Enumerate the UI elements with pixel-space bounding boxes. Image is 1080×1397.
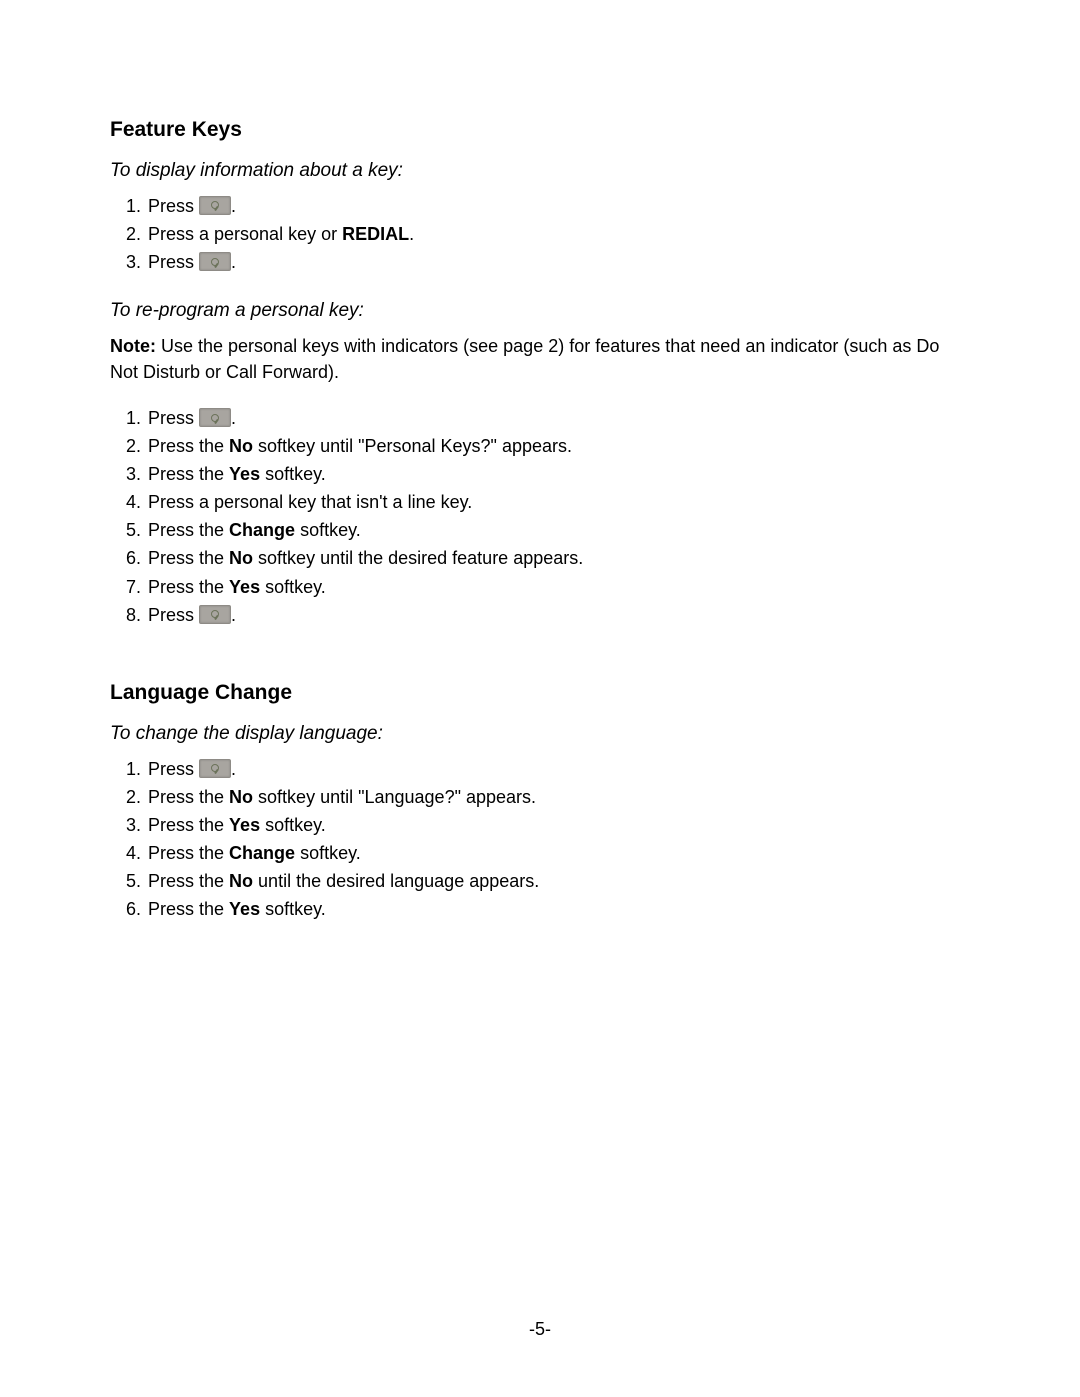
list-display-info: Press . Press a personal key or REDIAL. … [110, 193, 965, 275]
bold-no: No [229, 787, 253, 807]
step-text: . [409, 224, 414, 244]
step-text: until the desired language appears. [253, 871, 539, 891]
bold-yes: Yes [229, 577, 260, 597]
bold-yes: Yes [229, 815, 260, 835]
step-text: Press the [148, 548, 229, 568]
step-text: Press [148, 252, 199, 272]
note-text: Use the personal keys with indicators (s… [110, 336, 939, 382]
list-item: Press the Yes softkey. [146, 896, 965, 922]
list-item: Press the No softkey until "Personal Key… [146, 433, 965, 459]
bold-no: No [229, 548, 253, 568]
note-label: Note: [110, 336, 156, 356]
heading-feature-keys: Feature Keys [110, 115, 965, 145]
bold-no: No [229, 436, 253, 456]
step-text: softkey until the desired feature appear… [253, 548, 583, 568]
bold-no: No [229, 871, 253, 891]
bold-redial: REDIAL [342, 224, 409, 244]
step-text: Press [148, 759, 199, 779]
intro-reprogram: To re-program a personal key: [110, 297, 965, 325]
step-text: . [231, 759, 236, 779]
superkey-icon [199, 408, 231, 427]
step-text: Press the [148, 520, 229, 540]
step-text: softkey. [260, 815, 326, 835]
page-number: -5- [0, 1316, 1080, 1342]
list-item: Press . [146, 249, 965, 275]
step-text: . [231, 408, 236, 428]
list-item: Press . [146, 602, 965, 628]
step-text: softkey. [260, 464, 326, 484]
step-text: softkey until "Personal Keys?" appears. [253, 436, 572, 456]
list-language: Press . Press the No softkey until "Lang… [110, 756, 965, 923]
superkey-icon [199, 605, 231, 624]
step-text: softkey until "Language?" appears. [253, 787, 536, 807]
step-text: Press the [148, 871, 229, 891]
note-paragraph: Note: Use the personal keys with indicat… [110, 333, 965, 385]
step-text: softkey. [260, 899, 326, 919]
step-text: Press the [148, 843, 229, 863]
bold-yes: Yes [229, 899, 260, 919]
superkey-icon [199, 252, 231, 271]
step-text: Press the [148, 577, 229, 597]
step-text: Press the [148, 436, 229, 456]
list-item: Press . [146, 405, 965, 431]
superkey-icon [199, 759, 231, 778]
step-text: . [231, 196, 236, 216]
list-item: Press the Yes softkey. [146, 812, 965, 838]
step-text: Press [148, 196, 199, 216]
superkey-icon [199, 196, 231, 215]
intro-language: To change the display language: [110, 720, 965, 748]
step-text: softkey. [295, 843, 361, 863]
list-item: Press the No softkey until the desired f… [146, 545, 965, 571]
bold-change: Change [229, 843, 295, 863]
step-text: Press the [148, 464, 229, 484]
list-item: Press the Change softkey. [146, 517, 965, 543]
list-reprogram: Press . Press the No softkey until "Pers… [110, 405, 965, 628]
step-text: Press the [148, 899, 229, 919]
step-text: Press the [148, 787, 229, 807]
step-text: Press a personal key or [148, 224, 342, 244]
list-item: Press the Yes softkey. [146, 574, 965, 600]
step-text: . [231, 605, 236, 625]
step-text: softkey. [295, 520, 361, 540]
list-item: Press a personal key or REDIAL. [146, 221, 965, 247]
list-item: Press . [146, 193, 965, 219]
step-text: Press [148, 605, 199, 625]
bold-yes: Yes [229, 464, 260, 484]
step-text: softkey. [260, 577, 326, 597]
list-item: Press the Yes softkey. [146, 461, 965, 487]
list-item: Press the No until the desired language … [146, 868, 965, 894]
intro-display-info: To display information about a key: [110, 157, 965, 185]
list-item: Press a personal key that isn't a line k… [146, 489, 965, 515]
page: Feature Keys To display information abou… [0, 0, 1080, 1397]
step-text: Press the [148, 815, 229, 835]
list-item: Press . [146, 756, 965, 782]
step-text: . [231, 252, 236, 272]
step-text: Press [148, 408, 199, 428]
list-item: Press the Change softkey. [146, 840, 965, 866]
bold-change: Change [229, 520, 295, 540]
heading-language-change: Language Change [110, 678, 965, 708]
list-item: Press the No softkey until "Language?" a… [146, 784, 965, 810]
